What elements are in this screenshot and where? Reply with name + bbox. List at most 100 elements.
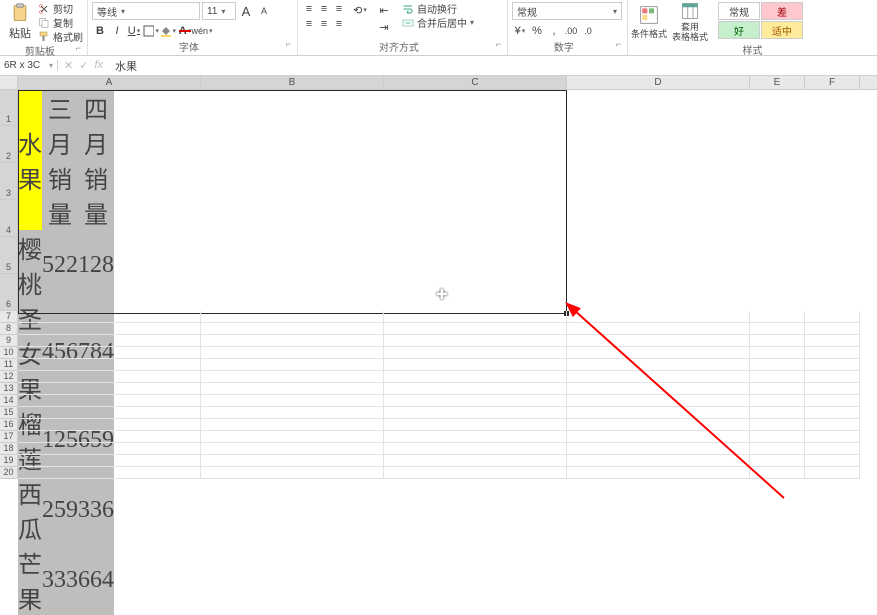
table-cell[interactable]: 522	[42, 230, 78, 300]
copy-button[interactable]: 复制	[38, 16, 83, 29]
row-header[interactable]: 19	[0, 455, 18, 467]
bucket-icon	[160, 25, 171, 37]
paste-label: 粘贴	[9, 25, 31, 41]
number-group-label: 数字	[554, 43, 574, 54]
row-headers: 1234567891011121314151617181920	[0, 90, 18, 479]
align-center-button[interactable]: ≡	[317, 17, 331, 31]
number-format-combo[interactable]: 常规▾	[512, 2, 622, 20]
conditional-format-button[interactable]: 条件格式	[632, 2, 666, 42]
underline-button[interactable]: U	[126, 23, 142, 39]
row-header[interactable]: 5	[0, 237, 18, 274]
cell-cursor-icon: ✚	[436, 286, 448, 303]
font-group-label: 字体	[179, 43, 199, 54]
table-cell[interactable]: 336	[78, 475, 114, 545]
align-group-label: 对齐方式	[379, 43, 419, 54]
table-cell[interactable]: 259	[42, 475, 78, 545]
formula-input[interactable]: 水果	[109, 58, 877, 74]
table-cell[interactable]: 664	[78, 545, 114, 615]
align-bottom-button[interactable]: ≡	[332, 2, 346, 16]
table-format-button[interactable]: 套用 表格格式	[668, 2, 712, 42]
row-header[interactable]: 6	[0, 274, 18, 311]
group-alignment: ≡ ≡ ≡ ≡ ≡ ≡ ⟲ ⇤ ⇥ 自动换行	[298, 0, 508, 55]
style-neutral[interactable]: 适中	[761, 21, 803, 39]
paste-button[interactable]: 粘贴	[4, 2, 36, 42]
table-cell[interactable]: 芒果	[18, 545, 42, 615]
col-header-f[interactable]: F	[805, 76, 860, 89]
indent-increase-button[interactable]: ⇥	[376, 19, 392, 35]
fill-color-button[interactable]	[160, 23, 176, 39]
align-top-button[interactable]: ≡	[302, 2, 316, 16]
phonetic-button[interactable]: wén	[194, 23, 210, 39]
row-header[interactable]: 14	[0, 395, 18, 407]
align-right-button[interactable]: ≡	[332, 17, 346, 31]
decrease-decimal-button[interactable]: .0	[580, 23, 596, 39]
indent-decrease-button[interactable]: ⇤	[376, 2, 392, 18]
copy-icon	[38, 17, 50, 29]
row-header[interactable]: 20	[0, 467, 18, 479]
col-header-c[interactable]: C	[384, 76, 567, 89]
shrink-font-button[interactable]: A	[256, 3, 272, 19]
style-normal[interactable]: 常规	[718, 2, 760, 20]
group-number: 常规▾ ¥ % , .00 .0 数字 ⌐	[508, 0, 628, 55]
ribbon: 粘贴 剪切 复制 格式刷 剪贴板 ⌐ 等线▾	[0, 0, 877, 56]
increase-decimal-button[interactable]: .00	[563, 23, 579, 39]
row-header[interactable]: 12	[0, 371, 18, 383]
grow-font-button[interactable]: A	[238, 3, 254, 19]
orientation-button[interactable]: ⟲	[352, 2, 368, 18]
cut-button[interactable]: 剪切	[38, 2, 83, 15]
col-header-a[interactable]: A	[18, 76, 201, 89]
col-header-d[interactable]: D	[567, 76, 750, 89]
table-cell[interactable]: 西瓜	[18, 475, 42, 545]
table-cell[interactable]: 128	[78, 230, 114, 300]
col-header-e[interactable]: E	[750, 76, 805, 89]
style-good[interactable]: 好	[718, 21, 760, 39]
row-header[interactable]: 15	[0, 407, 18, 419]
comma-button[interactable]: ,	[546, 23, 562, 39]
cond-format-icon	[639, 5, 659, 25]
style-bad[interactable]: 差	[761, 2, 803, 20]
table-header[interactable]: 四月销量	[78, 90, 114, 230]
clipboard-group-label: 剪贴板	[25, 47, 55, 58]
number-launcher[interactable]: ⌐	[616, 39, 621, 49]
font-launcher[interactable]: ⌐	[286, 39, 291, 49]
align-left-button[interactable]: ≡	[302, 17, 316, 31]
format-painter-button[interactable]: 格式刷	[38, 30, 83, 43]
accounting-button[interactable]: ¥	[512, 23, 528, 39]
name-box[interactable]: 6R x 3C▾	[0, 60, 58, 71]
merge-center-button[interactable]: 合并后居中 ▾	[402, 16, 474, 29]
row-header[interactable]: 8	[0, 323, 18, 335]
confirm-icon[interactable]: ✓	[79, 59, 88, 72]
row-header[interactable]: 11	[0, 359, 18, 371]
row-header[interactable]: 16	[0, 419, 18, 431]
border-button[interactable]	[143, 23, 159, 39]
row-header[interactable]: 13	[0, 383, 18, 395]
table-header[interactable]: 三月销量	[42, 90, 78, 230]
select-all-corner[interactable]	[0, 76, 18, 89]
row-header[interactable]: 9	[0, 335, 18, 347]
table-header[interactable]: 水果	[18, 90, 42, 230]
italic-button[interactable]: I	[109, 23, 125, 39]
row-header[interactable]: 18	[0, 443, 18, 455]
font-name-combo[interactable]: 等线▾	[92, 2, 200, 20]
percent-button[interactable]: %	[529, 23, 545, 39]
table-cell[interactable]: 樱桃	[18, 230, 42, 300]
wrap-text-button[interactable]: 自动换行	[402, 2, 474, 15]
cancel-icon[interactable]: ✕	[64, 59, 73, 72]
row-header[interactable]: 3	[0, 163, 18, 200]
row-header[interactable]: 2	[0, 126, 18, 163]
row-header[interactable]: 7	[0, 311, 18, 323]
row-header[interactable]: 4	[0, 200, 18, 237]
column-headers: A B C D E F	[0, 76, 877, 90]
bold-button[interactable]: B	[92, 23, 108, 39]
font-size-combo[interactable]: 11▾	[202, 2, 236, 20]
table-cell[interactable]: 333	[42, 545, 78, 615]
row-header[interactable]: 10	[0, 347, 18, 359]
row-header[interactable]: 1	[0, 90, 18, 126]
clipboard-launcher[interactable]: ⌐	[76, 43, 81, 53]
align-launcher[interactable]: ⌐	[496, 39, 501, 49]
col-header-b[interactable]: B	[201, 76, 384, 89]
align-middle-button[interactable]: ≡	[317, 2, 331, 16]
row-header[interactable]: 17	[0, 431, 18, 443]
fx-icon[interactable]: fx	[94, 59, 103, 72]
table-format-icon	[680, 2, 700, 20]
